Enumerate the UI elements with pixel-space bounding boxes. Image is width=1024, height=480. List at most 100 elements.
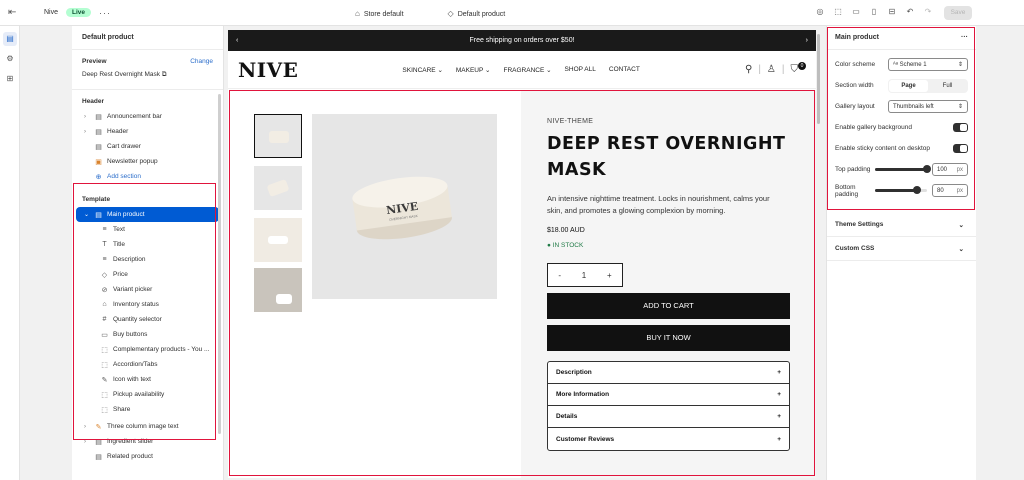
block-icon-with-text[interactable]: ✎ Icon with text (72, 372, 223, 387)
apps-icon[interactable]: ⊞ (3, 72, 17, 86)
block-pickup-availability[interactable]: ⬚ Pickup availability (72, 387, 223, 402)
block-inventory-status[interactable]: ⌂ Inventory status (72, 297, 223, 312)
product-description: An intensive nighttime treatment. Locks … (547, 194, 770, 215)
block-quantity-selector[interactable]: # Quantity selector (72, 312, 223, 327)
tree-item-announcement-bar[interactable]: › ▤ Announcement bar (72, 109, 223, 124)
tree-item-three-column[interactable]: › ✎ Three column image text (72, 419, 223, 434)
gallery-bg-toggle[interactable] (953, 123, 968, 132)
accordion-description[interactable]: Description + (548, 362, 789, 384)
block-share[interactable]: ⬚ Share (72, 402, 223, 417)
next-arrow-icon[interactable]: › (806, 37, 808, 44)
width-page-option[interactable]: Page (889, 79, 928, 92)
chevron-right-icon: › (84, 423, 86, 430)
header-group-title: Header (82, 98, 105, 105)
chevron-down-icon: ⌄ (958, 245, 964, 253)
top-padding-input[interactable]: 100 px (932, 163, 968, 176)
save-button[interactable]: Save (944, 6, 972, 20)
cart-icon[interactable]: ⛉ (791, 64, 799, 75)
gallery-layout-label: Gallery layout (835, 103, 875, 110)
thumbnail-4[interactable] (254, 268, 302, 312)
live-badge: Live (66, 8, 92, 17)
fullwidth-icon[interactable]: ⊟ (886, 6, 898, 18)
inspector-icon[interactable]: ⬚ (832, 6, 844, 18)
add-section-button[interactable]: ⊕ Add section (72, 169, 223, 184)
account-icon[interactable]: ♙ (767, 64, 776, 75)
gallery-layout-select[interactable]: Thumbnails left ⇕ (888, 100, 968, 113)
tree-item-main-product[interactable]: ⌄ ▤ Main product (76, 207, 219, 222)
theme-settings-section[interactable]: Theme Settings ⌄ (827, 213, 976, 237)
tree-item-newsletter-popup[interactable]: ▣ Newsletter popup (72, 154, 223, 169)
nav-shop-all[interactable]: SHOP ALL (565, 66, 596, 74)
panel-title: Default product (72, 26, 223, 50)
canvas-scrollbar[interactable] (817, 34, 820, 124)
sections-panel: Default product Preview Change Deep Rest… (72, 26, 224, 480)
qty-plus-button[interactable]: + (607, 271, 612, 280)
search-icon[interactable]: ⚲ (745, 64, 752, 75)
block-variant-picker[interactable]: ⊘ Variant picker (72, 282, 223, 297)
buy-now-button[interactable]: BUY IT NOW (547, 325, 790, 351)
main-product-image[interactable]: NIVE OVERNIGHT MASK (312, 114, 497, 299)
template-selector[interactable]: ◇ Default product (448, 9, 506, 18)
accordion-details[interactable]: Details + (548, 406, 789, 428)
bottom-padding-slider[interactable] (875, 186, 927, 194)
tree-item-ingredient-slider[interactable]: › ▤ Ingredient slider (72, 434, 223, 449)
custom-css-section[interactable]: Custom CSS ⌄ (827, 237, 976, 261)
ai-icon[interactable]: ◎ (814, 6, 826, 18)
add-to-cart-button[interactable]: ADD TO CART (547, 293, 790, 319)
accordion-more-information[interactable]: More Information + (548, 384, 789, 406)
preview-value[interactable]: Deep Rest Overnight Mask ⧉ (72, 71, 223, 90)
store-logo[interactable]: NIVE (238, 58, 298, 82)
qty-value[interactable]: 1 (582, 271, 586, 280)
block-price[interactable]: ◇ Price (72, 267, 223, 282)
chevron-right-icon: › (84, 128, 86, 135)
block-complementary-products[interactable]: ⬚ Complementary products - You ... (72, 342, 223, 357)
inventory-status: ● IN STOCK (547, 242, 584, 249)
plus-icon: + (777, 369, 781, 376)
bottom-padding-input[interactable]: 80 px (932, 184, 968, 197)
top-padding-slider[interactable] (875, 165, 931, 173)
qty-minus-button[interactable]: - (558, 271, 561, 280)
block-description[interactable]: ≡ Description (72, 252, 223, 267)
redo-icon[interactable]: ↷ (922, 6, 934, 18)
tree-item-related-product[interactable]: ▤ Related product (72, 449, 223, 464)
block-title[interactable]: T Title (72, 237, 223, 252)
store-selector[interactable]: ⌂ Store default (355, 9, 404, 18)
chevron-down-icon: ⌄ (84, 212, 90, 218)
change-link[interactable]: Change (190, 58, 213, 65)
color-scheme-select[interactable]: ᴬᵃ Scheme 1 ⇕ (888, 58, 968, 71)
undo-icon[interactable]: ↶ (904, 6, 916, 18)
plus-circle-icon: ⊕ (95, 173, 102, 181)
tree-item-header[interactable]: › ▤ Header (72, 124, 223, 139)
settings-icon[interactable]: ⚙ (3, 52, 17, 66)
mobile-icon[interactable]: ▯ (868, 6, 880, 18)
thumbnail-1[interactable] (254, 114, 302, 158)
width-full-option[interactable]: Full (928, 80, 967, 92)
block-accordion-tabs[interactable]: ⬚ Accordion/Tabs (72, 357, 223, 372)
select-arrows-icon: ⇕ (957, 62, 963, 68)
more-icon[interactable]: ··· (99, 8, 111, 18)
block-icon: ⬚ (101, 406, 108, 414)
more-icon[interactable]: ··· (961, 34, 968, 41)
product-title: DEEP REST OVERNIGHT MASK (547, 134, 786, 180)
left-scrollbar[interactable] (218, 94, 221, 434)
nav-skincare[interactable]: SKINCARE ⌄ (402, 66, 442, 74)
tree-item-cart-drawer[interactable]: ▤ Cart drawer (72, 139, 223, 154)
block-icon: ⬚ (101, 391, 108, 399)
thumbnail-3[interactable] (254, 218, 302, 262)
nav-makeup[interactable]: MAKEUP ⌄ (456, 66, 491, 74)
exit-icon[interactable]: ⇤ (8, 7, 20, 19)
nav-contact[interactable]: CONTACT (609, 66, 640, 74)
desktop-icon[interactable]: ▭ (850, 6, 862, 18)
nav-fragrance[interactable]: FRAGRANCE ⌄ (503, 66, 551, 74)
block-text[interactable]: ≡ Text (72, 222, 223, 237)
block-buy-buttons[interactable]: ▭ Buy buttons (72, 327, 223, 342)
select-arrows-icon: ⇕ (957, 104, 963, 110)
prev-arrow-icon[interactable]: ‹ (236, 37, 238, 44)
price-tag-icon: ◇ (101, 271, 108, 279)
thumbnail-2[interactable] (254, 166, 302, 210)
slider-knob[interactable] (923, 165, 931, 173)
accordion-customer-reviews[interactable]: Customer Reviews + (548, 428, 789, 450)
slider-knob[interactable] (912, 186, 921, 194)
sticky-toggle[interactable] (953, 144, 968, 153)
sections-icon[interactable]: ▤ (3, 32, 17, 46)
